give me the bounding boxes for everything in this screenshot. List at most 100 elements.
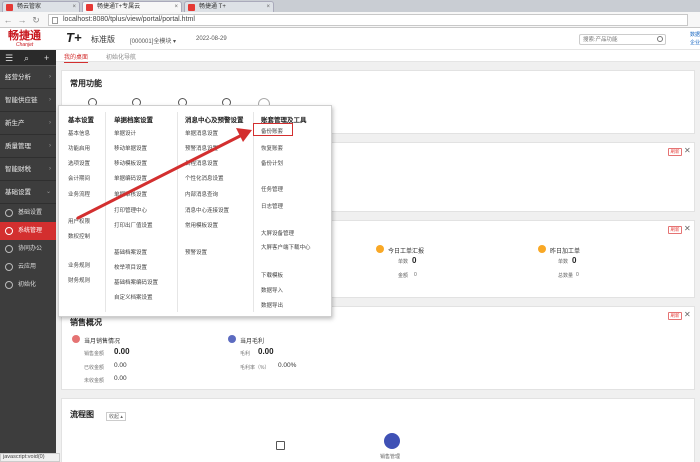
tab-close-icon[interactable]: × xyxy=(174,2,178,12)
menu-item[interactable]: 常用模板设置 xyxy=(185,221,218,229)
sidebar-sub-basic-settings[interactable]: 基础设置 xyxy=(0,204,56,222)
highlight-box xyxy=(253,123,293,136)
reload-icon[interactable]: ↻ xyxy=(31,15,41,25)
forward-icon[interactable]: → xyxy=(17,15,27,25)
menu-item[interactable]: 业务流程 xyxy=(68,190,90,198)
close-icon[interactable]: ✕ xyxy=(684,311,691,319)
menu-item[interactable]: 基本信息 xyxy=(68,129,90,137)
url-field[interactable]: localhost:8080/tplus/view/portal/portal.… xyxy=(48,14,688,26)
menu-item[interactable]: 移动模板设置 xyxy=(114,159,147,167)
menu-item[interactable]: 打印管理中心 xyxy=(114,206,147,214)
menu-item[interactable]: 下载模板 xyxy=(261,271,283,279)
menu-item[interactable]: 财务规则 xyxy=(68,276,90,284)
sidebar-item-finance-tax[interactable]: 智能财税 › xyxy=(0,158,56,181)
menu-item[interactable]: 功能启用 xyxy=(68,144,90,152)
camera-icon[interactable] xyxy=(276,441,285,450)
search-input[interactable] xyxy=(580,35,654,44)
menu-item[interactable]: 内部消息查询 xyxy=(185,190,218,198)
refresh-button[interactable]: 刷新 xyxy=(668,312,682,320)
stat-count: 0 xyxy=(572,256,577,265)
menu-item[interactable]: 大屏客户端下载中心 xyxy=(261,243,311,251)
menu-item[interactable]: 数据导出 xyxy=(261,301,283,309)
header-link-data[interactable]: 数据 xyxy=(690,31,700,38)
tab-init-navigation[interactable]: 初始化导航 xyxy=(106,52,136,61)
menu-item[interactable]: 打印出厂值设置 xyxy=(114,221,153,229)
search-icon[interactable]: ⌕ xyxy=(24,53,29,63)
flow-chart-panel: 流程图 收起 ▴ 销售管理 xyxy=(61,398,695,462)
menu-heading: 基本设置 xyxy=(68,117,94,124)
browser-tab-3[interactable]: 畅捷通 T+ × xyxy=(184,1,274,12)
sales-block-title: 当月毛利 xyxy=(240,339,265,345)
tab-my-desktop[interactable]: 我的桌面 xyxy=(64,52,89,63)
menu-item[interactable]: 业务规则 xyxy=(68,261,90,269)
menu-item[interactable]: 预警设置 xyxy=(185,248,207,256)
chevron-right-icon: › xyxy=(49,97,51,103)
menu-item[interactable]: 基础档案设置 xyxy=(114,248,147,256)
menu-item[interactable]: 自定义档案设置 xyxy=(114,293,153,301)
chevron-right-icon: › xyxy=(49,143,51,149)
menu-item[interactable]: 用户权限 xyxy=(68,217,90,225)
menu-item[interactable]: 会计期间 xyxy=(68,174,90,182)
menu-item[interactable]: 移动单据设置 xyxy=(114,144,147,152)
stat-count-label: 单数 xyxy=(398,259,409,265)
app-window: 畅云管家 × 畅捷通T+专属云 × 畅捷通 T+ × ← → ↻ localho… xyxy=(0,0,700,462)
menu-item[interactable]: 大屏设备管理 xyxy=(261,229,294,237)
close-icon[interactable]: ✕ xyxy=(684,147,691,155)
page-tabs: 我的桌面 初始化导航 xyxy=(56,50,700,63)
stat-sub-value: 0 xyxy=(414,272,417,278)
sidebar-sub-collaboration[interactable]: 协同办公 xyxy=(0,240,56,258)
menu-item[interactable]: 预警消息设置 xyxy=(185,144,218,152)
account-selector[interactable]: [000001]全模块 ▾ xyxy=(130,36,176,45)
team-icon xyxy=(5,245,13,253)
search-box[interactable] xyxy=(579,34,666,45)
product-edition: 标准版 xyxy=(91,35,115,44)
add-icon[interactable]: + xyxy=(44,53,49,63)
refresh-button[interactable]: 刷新 xyxy=(668,226,682,234)
menu-item[interactable]: 数据导入 xyxy=(261,286,283,294)
menu-item[interactable]: 个性化消息设置 xyxy=(185,174,224,182)
tab-close-icon[interactable]: × xyxy=(72,2,76,12)
back-icon[interactable]: ← xyxy=(3,15,13,25)
refresh-button[interactable]: 刷新 xyxy=(668,148,682,156)
menu-item[interactable]: 基础档案编码设置 xyxy=(114,278,158,286)
stat-count: 0 xyxy=(412,256,417,265)
menu-item[interactable]: 单据消息设置 xyxy=(185,129,218,137)
menu-item[interactable]: 日程消息设置 xyxy=(185,159,218,167)
menu-item[interactable]: 数权控制 xyxy=(68,232,90,240)
menu-item[interactable]: 消息中心连接设置 xyxy=(185,206,229,214)
tab-close-icon[interactable]: × xyxy=(266,2,270,12)
sidebar: ☰ ⌕ + 经营分析 › 智能供应链 › 新生产 › 质量管理 › 智能财税 › 基础设置… xyxy=(0,50,56,462)
sidebar-sub-initialize[interactable]: 初始化 xyxy=(0,276,56,294)
menu-item[interactable]: 选项设置 xyxy=(68,159,90,167)
tab-favicon-icon xyxy=(188,4,195,11)
sales-value: 0.00 xyxy=(258,347,274,356)
sidebar-sub-cloud-apps[interactable]: 云应用 xyxy=(0,258,56,276)
sales-overview-panel: 刷新 ✕ 销售概况 当月销售情况 销售金额 0.00 已收金额 0.00 未收金… xyxy=(61,306,695,390)
menu-item[interactable]: 备份计划 xyxy=(261,159,283,167)
menu-item[interactable]: 任务管理 xyxy=(261,185,283,193)
menu-item[interactable]: 日志管理 xyxy=(261,202,283,210)
collapse-button[interactable]: 收起 ▴ xyxy=(106,412,126,421)
chevron-right-icon: › xyxy=(49,74,51,80)
sidebar-sub-system-management[interactable]: 系统管理 xyxy=(0,222,56,240)
sidebar-item-basic-settings[interactable]: 基础设置 ⌄ xyxy=(0,181,56,204)
sidebar-item-production[interactable]: 新生产 › xyxy=(0,112,56,135)
menu-item[interactable]: 单据编码设置 xyxy=(114,174,147,182)
sidebar-item-business-analysis[interactable]: 经营分析 › xyxy=(0,66,56,89)
close-icon[interactable]: ✕ xyxy=(684,225,691,233)
menu-icon[interactable]: ☰ xyxy=(5,53,13,63)
stat-sub-value: 0 xyxy=(576,272,579,278)
header-link-company[interactable]: 企业 xyxy=(690,39,700,46)
search-icon[interactable] xyxy=(657,36,663,42)
menu-heading: 消息中心及预警设置 xyxy=(185,117,244,124)
browser-tab-1[interactable]: 畅云管家 × xyxy=(2,1,80,12)
menu-item[interactable]: 恢复账套 xyxy=(261,144,283,152)
menu-item[interactable]: 单据设计 xyxy=(114,129,136,137)
menu-item[interactable]: 单据审核设置 xyxy=(114,190,147,198)
sidebar-item-supply-chain[interactable]: 智能供应链 › xyxy=(0,89,56,112)
sidebar-item-quality[interactable]: 质量管理 › xyxy=(0,135,56,158)
sales-management-icon[interactable] xyxy=(384,433,400,449)
browser-tab-2[interactable]: 畅捷通T+专属云 × xyxy=(82,1,182,12)
menu-item[interactable]: 枚举项目设置 xyxy=(114,263,147,271)
chevron-down-icon: ⌄ xyxy=(45,189,51,195)
